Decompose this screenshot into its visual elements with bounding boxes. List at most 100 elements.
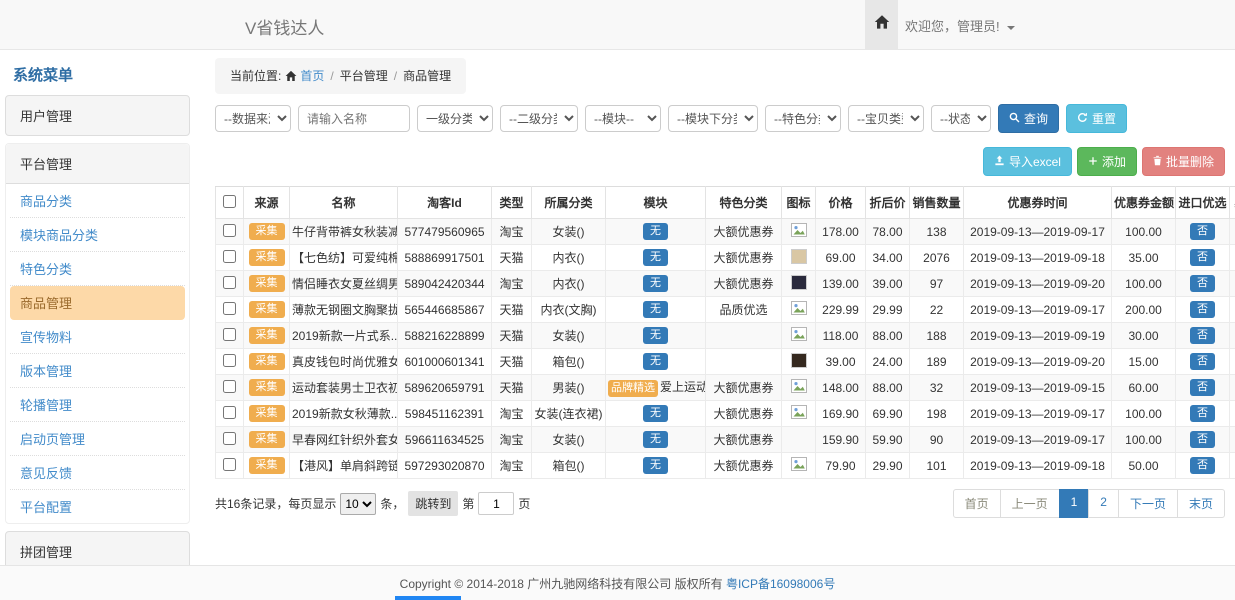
column-header-模块: 模块 xyxy=(606,187,706,219)
row-checkbox[interactable] xyxy=(223,354,236,367)
taoke-id-cell: 588216228899 xyxy=(398,323,492,349)
page-number-input[interactable] xyxy=(478,492,514,515)
product-image-placeholder xyxy=(791,408,807,422)
filter-feature-select[interactable]: --特色分类-- xyxy=(765,105,841,132)
column-header-必买清单: 必买清单 xyxy=(1230,187,1235,219)
filter-module-select[interactable]: --模块-- xyxy=(585,105,661,132)
module-none-badge: 无 xyxy=(643,405,668,422)
feature-cell: 大额优惠券 xyxy=(706,427,782,453)
chevron-down-icon xyxy=(1007,26,1015,30)
row-checkbox[interactable] xyxy=(223,380,236,393)
page-button-1[interactable]: 1 xyxy=(1059,489,1090,518)
breadcrumb-home-link[interactable]: 首页 xyxy=(300,69,324,83)
import-excel-button[interactable]: 导入excel xyxy=(983,147,1072,176)
category-cell: 女装(连衣裙) xyxy=(532,401,606,427)
type-cell: 淘宝 xyxy=(492,401,532,427)
import-select-toggle[interactable]: 否 xyxy=(1190,223,1215,240)
page-button-2[interactable]: 2 xyxy=(1088,489,1119,518)
icon-cell xyxy=(782,323,816,349)
filter-status-select[interactable]: --状态-- xyxy=(931,105,991,132)
sidebar-item-意见反馈[interactable]: 意见反馈 xyxy=(10,456,185,490)
filter-level1-category-select[interactable]: 一级分类 xyxy=(417,105,493,132)
reset-button[interactable]: 重置 xyxy=(1066,104,1127,133)
page-button-末页[interactable]: 末页 xyxy=(1177,489,1225,518)
sidebar-item-商品管理[interactable]: 商品管理 xyxy=(10,286,185,320)
sidebar-item-轮播管理[interactable]: 轮播管理 xyxy=(10,388,185,422)
row-checkbox[interactable] xyxy=(223,406,236,419)
feature-cell xyxy=(706,349,782,375)
column-header-类型: 类型 xyxy=(492,187,532,219)
column-header-来源: 来源 xyxy=(244,187,290,219)
sidebar-item-商品分类[interactable]: 商品分类 xyxy=(10,184,185,218)
table-row: 采集早春网红针织外套女春...596611634525淘宝女装()无大额优惠券1… xyxy=(216,427,1235,453)
sidebar-group-0[interactable]: 用户管理 xyxy=(5,95,190,136)
sidebar-item-宣传物料[interactable]: 宣传物料 xyxy=(10,320,185,354)
sidebar-group-1[interactable]: 平台管理 xyxy=(6,144,189,184)
row-checkbox[interactable] xyxy=(223,250,236,263)
filter-data-source-select[interactable]: --数据来源-- xyxy=(215,105,291,132)
name-cell: 薄款无钢圈文胸聚拢性... xyxy=(290,297,398,323)
user-dropdown[interactable]: 欢迎您，管理员! xyxy=(905,16,1015,35)
search-icon xyxy=(1009,112,1020,126)
module-none-badge: 无 xyxy=(643,457,668,474)
import-select-toggle[interactable]: 否 xyxy=(1190,353,1215,370)
sidebar-item-版本管理[interactable]: 版本管理 xyxy=(10,354,185,388)
search-button[interactable]: 查询 xyxy=(998,104,1059,133)
import-select-toggle[interactable]: 否 xyxy=(1190,405,1215,422)
name-cell: 2019新款女秋薄款... xyxy=(290,401,398,427)
discount-price-cell: 69.90 xyxy=(866,401,910,427)
sidebar-item-特色分类[interactable]: 特色分类 xyxy=(10,252,185,286)
filter-module-sub-select[interactable]: --模块下分类-- xyxy=(668,105,758,132)
row-checkbox[interactable] xyxy=(223,328,236,341)
sidebar-item-模块商品分类[interactable]: 模块商品分类 xyxy=(10,218,185,252)
sidebar-item-平台配置[interactable]: 平台配置 xyxy=(10,490,185,523)
sidebar-group: 平台管理商品分类模块商品分类特色分类商品管理宣传物料版本管理轮播管理启动页管理意… xyxy=(5,143,190,524)
feature-cell: 大额优惠券 xyxy=(706,219,782,245)
taoke-id-cell: 588869917501 xyxy=(398,245,492,271)
row-checkbox[interactable] xyxy=(223,458,236,471)
discount-price-cell: 29.99 xyxy=(866,297,910,323)
module-none-badge: 无 xyxy=(643,327,668,344)
jump-button[interactable]: 跳转到 xyxy=(408,491,458,516)
product-thumbnail xyxy=(791,353,807,368)
icp-link[interactable]: 粤ICP备16098006号 xyxy=(726,575,835,592)
column-header-名称: 名称 xyxy=(290,187,398,219)
icon-cell xyxy=(782,271,816,297)
module-cell: 无 xyxy=(606,219,706,245)
product-image-placeholder xyxy=(791,226,807,240)
taoke-id-cell: 597293020870 xyxy=(398,453,492,479)
import-select-toggle[interactable]: 否 xyxy=(1190,379,1215,396)
price-cell: 79.90 xyxy=(816,453,866,479)
category-cell: 内衣(文胸) xyxy=(532,297,606,323)
import-select-toggle[interactable]: 否 xyxy=(1190,275,1215,292)
category-cell: 内衣() xyxy=(532,245,606,271)
filter-level2-category-select[interactable]: --二级分类-- xyxy=(500,105,578,132)
filter-item-type-select[interactable]: --宝贝类型-- xyxy=(848,105,924,132)
import-select-toggle[interactable]: 否 xyxy=(1190,457,1215,474)
row-checkbox[interactable] xyxy=(223,276,236,289)
import-select-toggle[interactable]: 否 xyxy=(1190,249,1215,266)
row-checkbox[interactable] xyxy=(223,302,236,315)
sales-cell: 22 xyxy=(910,297,964,323)
row-checkbox[interactable] xyxy=(223,224,236,237)
row-checkbox[interactable] xyxy=(223,432,236,445)
table-row: 采集牛仔背带裤女秋装减龄...577479560965淘宝女装()无大额优惠券1… xyxy=(216,219,1235,245)
per-page-select[interactable]: 10 xyxy=(340,493,376,515)
refresh-icon xyxy=(1077,112,1088,126)
column-header-优惠券金额: 优惠券金额 xyxy=(1112,187,1176,219)
name-search-input[interactable] xyxy=(298,105,410,132)
batch-delete-label: 批量删除 xyxy=(1166,153,1214,170)
navbar-home-button[interactable] xyxy=(865,0,898,49)
sidebar-item-启动页管理[interactable]: 启动页管理 xyxy=(10,422,185,456)
icon-cell xyxy=(782,427,816,453)
add-button[interactable]: 添加 xyxy=(1077,147,1137,176)
import-select-toggle[interactable]: 否 xyxy=(1190,327,1215,344)
import-select-toggle[interactable]: 否 xyxy=(1190,301,1215,318)
import-select-toggle[interactable]: 否 xyxy=(1190,431,1215,448)
source-cell: 采集 xyxy=(244,245,290,271)
batch-delete-button[interactable]: 批量删除 xyxy=(1142,147,1225,176)
table-row: 采集2019新款一片式系...588216228899天猫女装()无118.00… xyxy=(216,323,1235,349)
breadcrumb-prefix: 当前位置: xyxy=(230,69,281,83)
page-button-下一页[interactable]: 下一页 xyxy=(1118,489,1178,518)
select-all-checkbox[interactable] xyxy=(223,195,236,208)
